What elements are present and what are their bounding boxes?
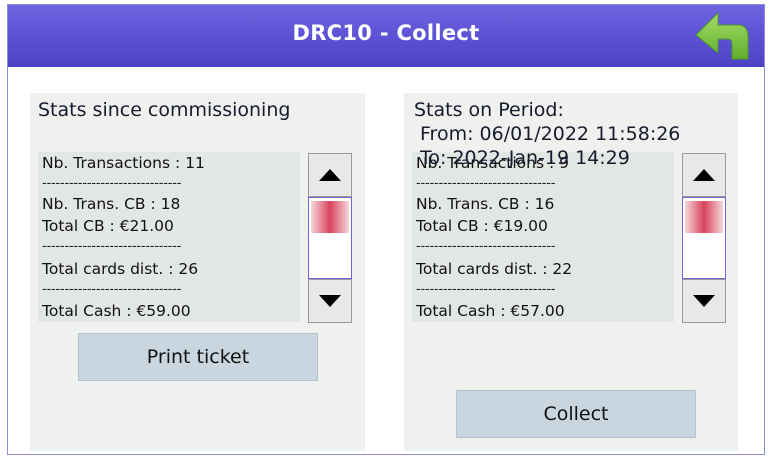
list-item: Nb. Trans. CB : 18 — [42, 195, 181, 213]
triangle-down-icon — [693, 295, 715, 307]
stats-on-period-panel: Nb. Transactions : 9 -------------------… — [404, 93, 738, 451]
scroll-up-button[interactable] — [682, 153, 726, 197]
scroll-track[interactable] — [682, 197, 726, 279]
separator: ------------------------------- — [42, 239, 182, 254]
scrollbar[interactable] — [308, 153, 354, 323]
back-arrow-icon[interactable] — [694, 9, 752, 63]
scroll-down-button[interactable] — [308, 279, 352, 323]
list-item: Total Cash : €59.00 — [42, 302, 191, 320]
collect-button[interactable]: Collect — [456, 390, 696, 438]
print-ticket-button[interactable]: Print ticket — [78, 333, 318, 381]
separator: ------------------------------- — [42, 176, 182, 191]
list-item: Total CB : €21.00 — [42, 217, 174, 235]
separator: ------------------------------- — [416, 282, 556, 297]
panel-title: Stats since commissioning — [38, 99, 291, 121]
list-item: Total cards dist. : 26 — [42, 260, 199, 278]
separator: ------------------------------- — [42, 282, 182, 297]
scroll-track[interactable] — [308, 197, 352, 279]
app-window: DRC10 - Collect Stats since commissionin… — [7, 4, 765, 455]
scroll-up-button[interactable] — [308, 153, 352, 197]
separator: ------------------------------- — [416, 239, 556, 254]
stats-since-commissioning-panel: Stats since commissioning Nb. Transactio… — [30, 93, 365, 451]
period-to: To: 2022-Jan-19 14:29 — [420, 147, 630, 169]
period-from: From: 06/01/2022 11:58:26 — [420, 123, 681, 145]
scroll-thumb[interactable] — [311, 201, 349, 233]
separator: ------------------------------- — [416, 176, 556, 191]
scrollbar[interactable] — [682, 153, 728, 323]
triangle-up-icon — [693, 169, 715, 181]
page-title: DRC10 - Collect — [292, 21, 480, 45]
list-item: Nb. Transactions : 11 — [42, 154, 205, 172]
triangle-up-icon — [319, 169, 341, 181]
list-item: Total CB : €19.00 — [416, 217, 548, 235]
title-bar: DRC10 - Collect — [8, 5, 764, 67]
stats-list[interactable]: Nb. Transactions : 11 ------------------… — [38, 152, 300, 322]
scroll-down-button[interactable] — [682, 279, 726, 323]
list-item: Total Cash : €57.00 — [416, 302, 565, 320]
scroll-thumb[interactable] — [685, 201, 723, 233]
triangle-down-icon — [319, 295, 341, 307]
stats-list[interactable]: Nb. Transactions : 9 -------------------… — [412, 152, 674, 322]
list-item: Total cards dist. : 22 — [416, 260, 573, 278]
list-item: Nb. Trans. CB : 16 — [416, 195, 555, 213]
panel-title: Stats on Period: — [414, 99, 564, 121]
